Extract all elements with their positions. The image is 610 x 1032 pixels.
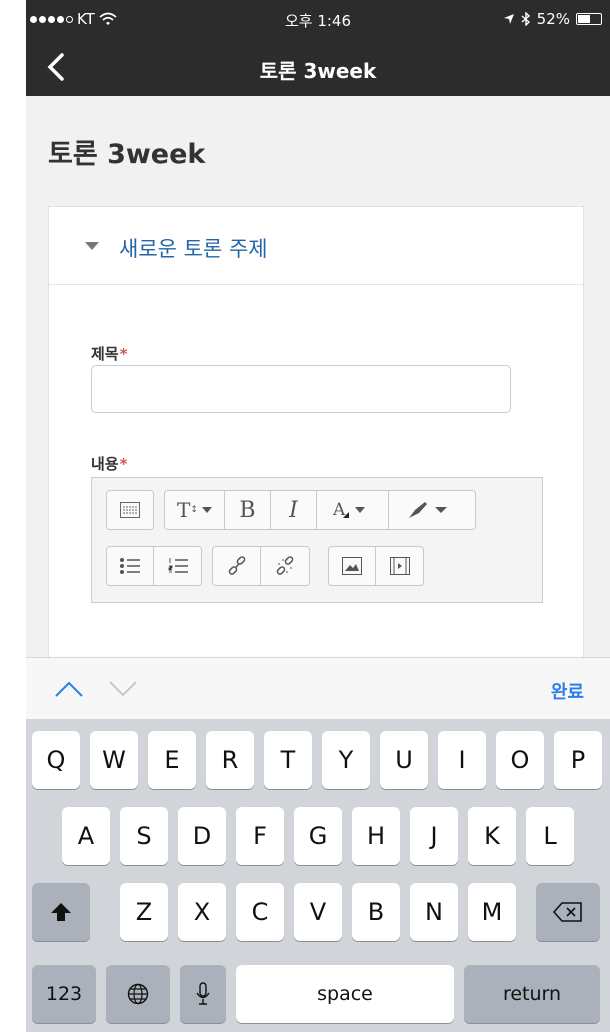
bluetooth-icon <box>521 12 530 26</box>
key-p[interactable]: P <box>554 731 602 789</box>
section-header[interactable]: 새로운 토론 주제 <box>49 207 583 285</box>
unordered-list-icon[interactable] <box>107 547 154 585</box>
subject-label-text: 제목 <box>91 345 119 363</box>
italic-icon[interactable]: I <box>271 491 317 529</box>
battery-percent: 52% <box>536 10 570 28</box>
microphone-key[interactable] <box>180 965 226 1023</box>
key-i[interactable]: I <box>438 731 486 789</box>
media-icon[interactable] <box>376 547 423 585</box>
key-z[interactable]: Z <box>120 883 168 941</box>
toolbar-group-format: T ↕ B I A <box>164 490 476 530</box>
numbers-key[interactable]: 123 <box>32 965 96 1023</box>
key-n[interactable]: N <box>410 883 458 941</box>
nav-title: 토론 3week <box>259 59 377 83</box>
required-mark: * <box>119 455 128 473</box>
text-style-icon[interactable]: T ↕ <box>165 491 225 529</box>
content-label-text: 내용 <box>91 455 119 473</box>
key-v[interactable]: V <box>294 883 342 941</box>
delete-key[interactable] <box>536 883 600 941</box>
globe-key[interactable] <box>106 965 170 1023</box>
key-t[interactable]: T <box>264 731 312 789</box>
key-u[interactable]: U <box>380 731 428 789</box>
key-a[interactable]: A <box>62 807 110 865</box>
key-k[interactable]: K <box>468 807 516 865</box>
navigation-bar: 토론 3week <box>26 38 610 96</box>
bold-icon[interactable]: B <box>225 491 271 529</box>
key-m[interactable]: M <box>468 883 516 941</box>
key-y[interactable]: Y <box>322 731 370 789</box>
content-label: 내용* <box>91 453 127 474</box>
toolbar-group-media <box>328 546 424 586</box>
link-icon[interactable] <box>213 547 261 585</box>
toolbar-group-links <box>212 546 310 586</box>
key-j[interactable]: J <box>410 807 458 865</box>
key-b[interactable]: B <box>352 883 400 941</box>
key-g[interactable]: G <box>294 807 342 865</box>
highlight-icon[interactable] <box>389 491 475 529</box>
key-f[interactable]: F <box>236 807 284 865</box>
rich-text-editor: T ↕ B I A <box>91 477 543 667</box>
phone-screen: KT 오후 1:46 52% 토론 3week 토론 3week 새로운 토론 … <box>26 0 610 1032</box>
font-color-icon[interactable]: A <box>317 491 389 529</box>
ordered-list-icon[interactable] <box>154 547 201 585</box>
show-more-icon[interactable] <box>107 491 153 529</box>
location-arrow-icon <box>503 14 514 24</box>
key-c[interactable]: C <box>236 883 284 941</box>
toolbar-group-lists <box>106 546 202 586</box>
page-title: 토론 3week <box>48 139 206 170</box>
svg-text:A: A <box>332 500 346 520</box>
done-button[interactable]: 완료 <box>551 678 584 704</box>
key-l[interactable]: L <box>526 807 574 865</box>
key-e[interactable]: E <box>148 731 196 789</box>
key-s[interactable]: S <box>120 807 168 865</box>
shift-key[interactable] <box>32 883 90 941</box>
next-field-chevron-icon[interactable] <box>108 678 138 700</box>
unlink-icon[interactable] <box>261 547 309 585</box>
keyboard-accessory-bar: 완료 <box>26 657 610 719</box>
status-bar: KT 오후 1:46 52% <box>26 0 610 38</box>
key-x[interactable]: X <box>178 883 226 941</box>
previous-field-chevron-icon[interactable] <box>54 678 84 700</box>
return-key[interactable]: return <box>464 965 600 1023</box>
ios-keyboard: QWERTYUIOP ASDFGHJKL ZXCVBNM 123 space r… <box>26 719 610 1032</box>
key-w[interactable]: W <box>90 731 138 789</box>
status-right: 52% <box>503 10 602 28</box>
image-icon[interactable] <box>329 547 376 585</box>
key-q[interactable]: Q <box>32 731 80 789</box>
key-d[interactable]: D <box>178 807 226 865</box>
key-r[interactable]: R <box>206 731 254 789</box>
collapse-triangle-icon[interactable] <box>85 242 99 250</box>
new-topic-card: 새로운 토론 주제 제목* 내용* T ↕ B I A <box>48 206 584 667</box>
key-o[interactable]: O <box>496 731 544 789</box>
battery-icon <box>576 13 602 25</box>
page-margin <box>0 0 26 1032</box>
toolbar-group-more <box>106 490 154 530</box>
key-h[interactable]: H <box>352 807 400 865</box>
subject-input[interactable] <box>91 365 511 413</box>
subject-label: 제목* <box>91 343 127 364</box>
space-key[interactable]: space <box>236 965 454 1023</box>
section-title[interactable]: 새로운 토론 주제 <box>119 233 268 263</box>
required-mark: * <box>119 345 128 363</box>
